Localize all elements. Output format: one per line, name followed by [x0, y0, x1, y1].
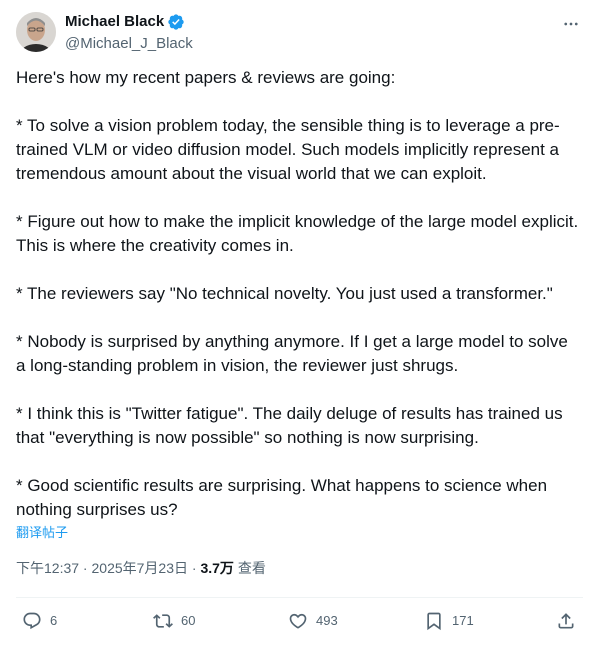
reply-count: 6	[50, 613, 58, 628]
reply-button[interactable]: 6	[22, 610, 57, 632]
translate-post-link[interactable]: 翻译帖子	[16, 524, 68, 542]
more-horizontal-icon[interactable]	[561, 14, 581, 34]
tweet-paragraph: * The reviewers say "No technical novelt…	[16, 284, 553, 303]
verified-badge-icon[interactable]	[167, 13, 185, 31]
meta-separator: ·	[188, 560, 201, 576]
like-button[interactable]: 493	[288, 610, 338, 632]
tweet-paragraph: Here's how my recent papers & reviews ar…	[16, 68, 396, 87]
tweet-meta: 下午12:37 · 2025年7月23日 · 3.7万 查看	[16, 558, 266, 578]
tweet-paragraph: * Nobody is surprised by anything anymor…	[16, 332, 568, 375]
bookmark-icon	[424, 611, 444, 631]
retweet-icon	[153, 611, 173, 631]
post-date[interactable]: 2025年7月23日	[92, 560, 189, 576]
tweet-paragraph: * Figure out how to make the implicit kn…	[16, 212, 579, 255]
avatar-image	[16, 12, 56, 52]
display-name-row: Michael Black	[65, 12, 193, 32]
reply-bubble-icon	[22, 611, 42, 631]
bookmark-count: 171	[452, 613, 474, 628]
views-count: 3.7万	[200, 560, 234, 576]
author-handle[interactable]: @Michael_J_Black	[65, 34, 193, 54]
tweet-card: Michael Black @Michael_J_Black Here's ho…	[0, 0, 599, 645]
tweet-paragraph: * To solve a vision problem today, the s…	[16, 116, 560, 183]
share-upload-icon	[556, 611, 576, 631]
divider	[16, 597, 583, 598]
bookmark-button[interactable]: 171	[424, 610, 474, 632]
author-names: Michael Black @Michael_J_Black	[65, 12, 193, 54]
tweet-header: Michael Black @Michael_J_Black	[16, 12, 583, 54]
heart-icon	[288, 611, 308, 631]
avatar[interactable]	[16, 12, 56, 52]
display-name[interactable]: Michael Black	[65, 12, 164, 32]
views-label[interactable]: 查看	[238, 560, 266, 576]
tweet-paragraph: * I think this is "Twitter fatigue". The…	[16, 404, 563, 447]
retweet-button[interactable]: 60	[153, 610, 195, 632]
meta-separator: ·	[79, 560, 92, 576]
like-count: 493	[316, 613, 338, 628]
tweet-paragraph: * Good scientific results are surprising…	[16, 476, 548, 519]
post-time[interactable]: 下午12:37	[16, 560, 79, 576]
retweet-count: 60	[181, 613, 196, 628]
tweet-text: Here's how my recent papers & reviews ar…	[16, 66, 582, 522]
share-button[interactable]	[556, 610, 576, 632]
action-bar: 6 60 493 171	[16, 610, 582, 632]
